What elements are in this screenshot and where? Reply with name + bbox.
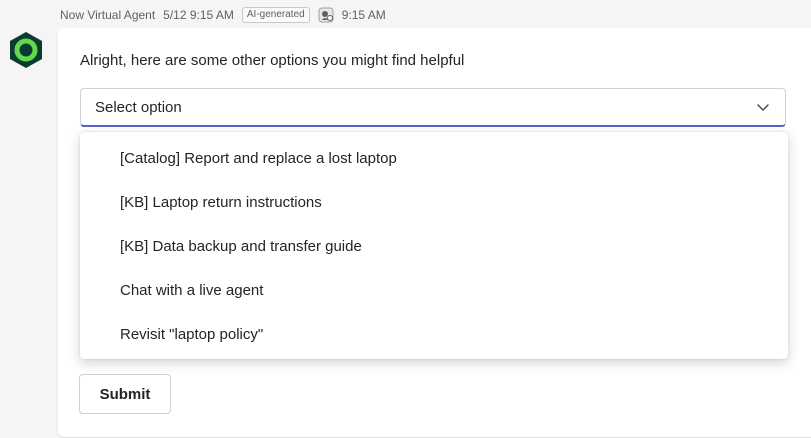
- submit-button[interactable]: Submit: [79, 374, 171, 414]
- dropdown-option[interactable]: [KB] Data backup and transfer guide: [80, 224, 788, 268]
- chevron-down-icon[interactable]: [755, 99, 771, 115]
- message-text: Alright, here are some other options you…: [80, 52, 465, 69]
- select-placeholder: Select option: [95, 98, 182, 116]
- seen-time: 9:15 AM: [341, 8, 386, 22]
- seen-icon: [318, 7, 334, 23]
- message-meta: Now Virtual Agent 5/12 9:15 AM AI-genera…: [60, 7, 386, 23]
- dropdown-option[interactable]: [KB] Laptop return instructions: [80, 180, 788, 224]
- option-select[interactable]: Select option: [80, 88, 786, 127]
- virtual-agent-avatar: [6, 30, 46, 70]
- now-virtual-agent-logo-icon: [10, 32, 42, 68]
- sender-name: Now Virtual Agent: [60, 8, 156, 22]
- dropdown-option[interactable]: Revisit "laptop policy": [80, 312, 788, 356]
- ai-generated-badge: AI-generated: [241, 7, 310, 23]
- dropdown-option[interactable]: Chat with a live agent: [80, 268, 788, 312]
- option-dropdown-list: [Catalog] Report and replace a lost lapt…: [80, 132, 788, 359]
- dropdown-option[interactable]: [Catalog] Report and replace a lost lapt…: [80, 136, 788, 180]
- message-timestamp: 5/12 9:15 AM: [163, 8, 234, 22]
- chat-page: Now Virtual Agent 5/12 9:15 AM AI-genera…: [0, 0, 811, 438]
